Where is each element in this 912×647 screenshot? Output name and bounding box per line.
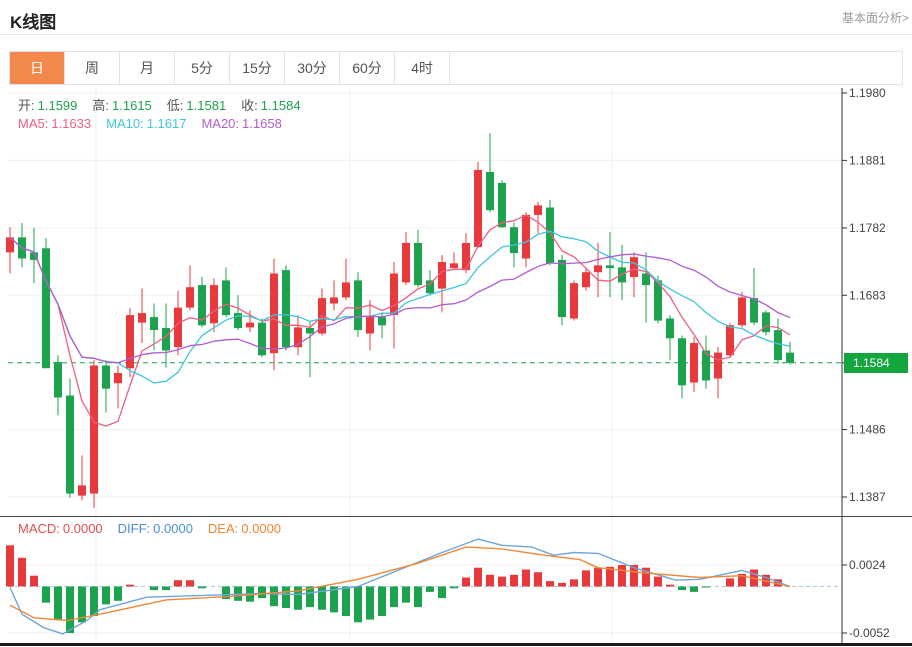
macd-bars-group	[6, 545, 782, 633]
dea-readout: DEA:0.0000	[208, 521, 281, 536]
high-readout: 高:1.1615	[92, 95, 151, 114]
diff-readout: DIFF:0.0000	[118, 521, 193, 536]
svg-text:1.1782: 1.1782	[849, 221, 886, 235]
current-price-badge: 1.1584	[844, 353, 908, 373]
svg-text:1.1486: 1.1486	[849, 423, 886, 437]
ohlc-legend: 开:1.1599 高:1.1615 低:1.1581 收:1.1584	[18, 95, 316, 114]
low-readout: 低:1.1581	[167, 95, 226, 114]
ma10-readout: MA10:1.1617	[106, 116, 186, 131]
ma-legend: MA5:1.1633 MA10:1.1617 MA20:1.1658	[18, 116, 297, 131]
svg-text:1.1683: 1.1683	[849, 288, 886, 302]
svg-text:0.0024: 0.0024	[849, 558, 886, 572]
candles-group	[6, 133, 794, 508]
ma5-readout: MA5:1.1633	[18, 116, 91, 131]
ma20-readout: MA20:1.1658	[201, 116, 281, 131]
macd-legend: MACD:0.0000 DIFF:0.0000 DEA:0.0000	[18, 521, 296, 536]
svg-text:1.1881: 1.1881	[849, 153, 886, 167]
svg-text:1.1980: 1.1980	[849, 86, 886, 100]
dea-line	[10, 547, 790, 620]
macd-readout: MACD:0.0000	[18, 521, 103, 536]
close-readout: 收:1.1584	[241, 95, 300, 114]
panel-divider	[0, 516, 912, 517]
bottom-border	[0, 643, 912, 646]
svg-text:-0.0052: -0.0052	[849, 626, 890, 640]
open-readout: 开:1.1599	[18, 95, 77, 114]
svg-text:1.1387: 1.1387	[849, 490, 886, 504]
